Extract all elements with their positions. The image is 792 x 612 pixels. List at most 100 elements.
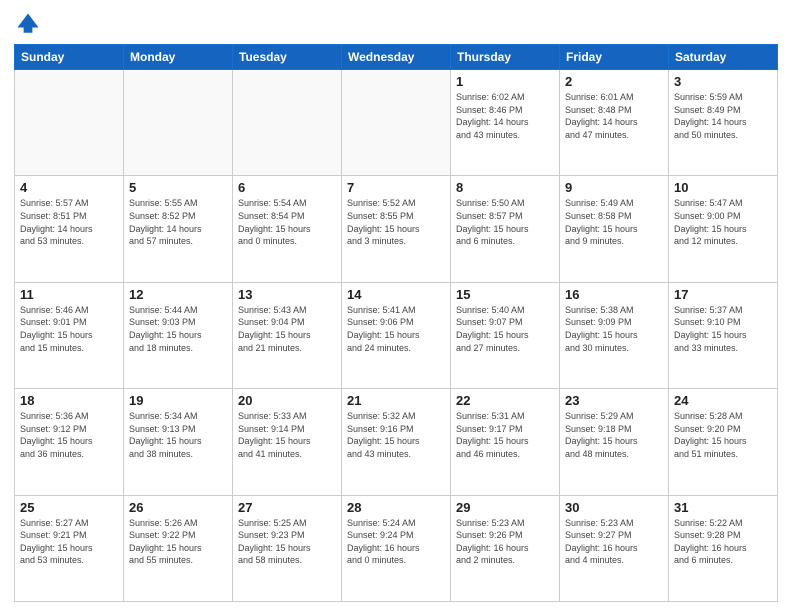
day-number: 11 — [20, 287, 118, 302]
day-number: 8 — [456, 180, 554, 195]
day-info: Sunrise: 5:55 AM Sunset: 8:52 PM Dayligh… — [129, 197, 227, 247]
day-number: 25 — [20, 500, 118, 515]
day-info: Sunrise: 5:23 AM Sunset: 9:27 PM Dayligh… — [565, 517, 663, 567]
calendar-cell: 26Sunrise: 5:26 AM Sunset: 9:22 PM Dayli… — [124, 495, 233, 601]
calendar-week-4: 18 Sunrise: 5:36 AM Sunset: 9:12 PM Dayli… — [15, 389, 778, 495]
day-number: 31 — [674, 500, 772, 515]
day-info: Sunrise: 5:27 AM Sunset: 9:21 PM Dayligh… — [20, 517, 118, 567]
calendar-week-5: 25 Sunrise: 5:27 AM Sunset: 9:21 PM Dayli… — [15, 495, 778, 601]
page: SundayMondayTuesdayWednesdayThursdayFrid… — [0, 0, 792, 612]
day-number: 24 — [674, 393, 772, 408]
logo — [14, 10, 46, 38]
day-info: Sunrise: 5:36 AM Sunset: 9:12 PM Dayligh… — [20, 410, 118, 460]
calendar-cell: 18 Sunrise: 5:36 AM Sunset: 9:12 PM Dayli… — [15, 389, 124, 495]
calendar-cell: 2 Sunrise: 6:01 AM Sunset: 8:48 PM Daylig… — [560, 70, 669, 176]
weekday-header-monday: Monday — [124, 45, 233, 70]
day-info: Sunrise: 5:49 AM Sunset: 8:58 PM Dayligh… — [565, 197, 663, 247]
day-number: 23 — [565, 393, 663, 408]
day-number: 18 — [20, 393, 118, 408]
day-info: Sunrise: 5:23 AM Sunset: 9:26 PM Dayligh… — [456, 517, 554, 567]
day-number: 17 — [674, 287, 772, 302]
day-number: 14 — [347, 287, 445, 302]
calendar-header-row: SundayMondayTuesdayWednesdayThursdayFrid… — [15, 45, 778, 70]
day-number: 3 — [674, 74, 772, 89]
day-number: 26 — [129, 500, 227, 515]
day-info: Sunrise: 5:59 AM Sunset: 8:49 PM Dayligh… — [674, 91, 772, 141]
calendar-cell: 31 Sunrise: 5:22 AM Sunset: 9:28 PM Dayli… — [669, 495, 778, 601]
calendar-cell: 16Sunrise: 5:38 AM Sunset: 9:09 PM Dayli… — [560, 282, 669, 388]
calendar-cell: 3 Sunrise: 5:59 AM Sunset: 8:49 PM Daylig… — [669, 70, 778, 176]
day-number: 21 — [347, 393, 445, 408]
day-info: Sunrise: 5:57 AM Sunset: 8:51 PM Dayligh… — [20, 197, 118, 247]
calendar-cell: 12 Sunrise: 5:44 AM Sunset: 9:03 PM Dayli… — [124, 282, 233, 388]
calendar-cell: 7Sunrise: 5:52 AM Sunset: 8:55 PM Daylig… — [342, 176, 451, 282]
day-number: 13 — [238, 287, 336, 302]
calendar-cell: 4 Sunrise: 5:57 AM Sunset: 8:51 PM Daylig… — [15, 176, 124, 282]
calendar-cell: 30 Sunrise: 5:23 AM Sunset: 9:27 PM Dayli… — [560, 495, 669, 601]
day-number: 22 — [456, 393, 554, 408]
day-info: Sunrise: 5:43 AM Sunset: 9:04 PM Dayligh… — [238, 304, 336, 354]
day-info: Sunrise: 5:47 AM Sunset: 9:00 PM Dayligh… — [674, 197, 772, 247]
day-info: Sunrise: 5:24 AM Sunset: 9:24 PM Dayligh… — [347, 517, 445, 567]
calendar-cell: 21 Sunrise: 5:32 AM Sunset: 9:16 PM Dayli… — [342, 389, 451, 495]
day-info: Sunrise: 5:38 AM Sunset: 9:09 PM Dayligh… — [565, 304, 663, 354]
day-info: Sunrise: 5:32 AM Sunset: 9:16 PM Dayligh… — [347, 410, 445, 460]
day-info: Sunrise: 5:37 AM Sunset: 9:10 PM Dayligh… — [674, 304, 772, 354]
weekday-header-tuesday: Tuesday — [233, 45, 342, 70]
calendar-cell — [233, 70, 342, 176]
calendar-cell: 28 Sunrise: 5:24 AM Sunset: 9:24 PM Dayli… — [342, 495, 451, 601]
calendar-cell — [124, 70, 233, 176]
day-number: 29 — [456, 500, 554, 515]
calendar-week-3: 11 Sunrise: 5:46 AM Sunset: 9:01 PM Dayli… — [15, 282, 778, 388]
weekday-header-saturday: Saturday — [669, 45, 778, 70]
calendar-cell: 23 Sunrise: 5:29 AM Sunset: 9:18 PM Dayli… — [560, 389, 669, 495]
calendar-cell — [342, 70, 451, 176]
weekday-header-wednesday: Wednesday — [342, 45, 451, 70]
calendar-cell: 25 Sunrise: 5:27 AM Sunset: 9:21 PM Dayli… — [15, 495, 124, 601]
day-number: 28 — [347, 500, 445, 515]
day-info: Sunrise: 5:41 AM Sunset: 9:06 PM Dayligh… — [347, 304, 445, 354]
calendar-cell: 20 Sunrise: 5:33 AM Sunset: 9:14 PM Dayli… — [233, 389, 342, 495]
day-info: Sunrise: 5:54 AM Sunset: 8:54 PM Dayligh… — [238, 197, 336, 247]
day-number: 4 — [20, 180, 118, 195]
day-number: 2 — [565, 74, 663, 89]
day-number: 15 — [456, 287, 554, 302]
day-info: Sunrise: 5:46 AM Sunset: 9:01 PM Dayligh… — [20, 304, 118, 354]
day-number: 20 — [238, 393, 336, 408]
day-info: Sunrise: 6:01 AM Sunset: 8:48 PM Dayligh… — [565, 91, 663, 141]
day-info: Sunrise: 5:25 AM Sunset: 9:23 PM Dayligh… — [238, 517, 336, 567]
calendar-cell — [15, 70, 124, 176]
calendar-cell: 1Sunrise: 6:02 AM Sunset: 8:46 PM Daylig… — [451, 70, 560, 176]
header — [14, 10, 778, 38]
day-number: 9 — [565, 180, 663, 195]
day-number: 7 — [347, 180, 445, 195]
day-number: 10 — [674, 180, 772, 195]
calendar-cell: 15 Sunrise: 5:40 AM Sunset: 9:07 PM Dayli… — [451, 282, 560, 388]
weekday-header-thursday: Thursday — [451, 45, 560, 70]
calendar-cell: 14 Sunrise: 5:41 AM Sunset: 9:06 PM Dayli… — [342, 282, 451, 388]
calendar-week-1: 1Sunrise: 6:02 AM Sunset: 8:46 PM Daylig… — [15, 70, 778, 176]
day-info: Sunrise: 5:22 AM Sunset: 9:28 PM Dayligh… — [674, 517, 772, 567]
day-number: 5 — [129, 180, 227, 195]
day-info: Sunrise: 5:44 AM Sunset: 9:03 PM Dayligh… — [129, 304, 227, 354]
calendar-cell: 11 Sunrise: 5:46 AM Sunset: 9:01 PM Dayli… — [15, 282, 124, 388]
day-info: Sunrise: 5:33 AM Sunset: 9:14 PM Dayligh… — [238, 410, 336, 460]
day-info: Sunrise: 5:40 AM Sunset: 9:07 PM Dayligh… — [456, 304, 554, 354]
day-info: Sunrise: 5:34 AM Sunset: 9:13 PM Dayligh… — [129, 410, 227, 460]
weekday-header-friday: Friday — [560, 45, 669, 70]
calendar-cell: 6 Sunrise: 5:54 AM Sunset: 8:54 PM Daylig… — [233, 176, 342, 282]
day-number: 30 — [565, 500, 663, 515]
day-info: Sunrise: 5:29 AM Sunset: 9:18 PM Dayligh… — [565, 410, 663, 460]
calendar-cell: 10 Sunrise: 5:47 AM Sunset: 9:00 PM Dayli… — [669, 176, 778, 282]
calendar-cell: 27Sunrise: 5:25 AM Sunset: 9:23 PM Dayli… — [233, 495, 342, 601]
calendar-cell: 19 Sunrise: 5:34 AM Sunset: 9:13 PM Dayli… — [124, 389, 233, 495]
day-info: Sunrise: 6:02 AM Sunset: 8:46 PM Dayligh… — [456, 91, 554, 141]
calendar-cell: 17 Sunrise: 5:37 AM Sunset: 9:10 PM Dayli… — [669, 282, 778, 388]
day-number: 12 — [129, 287, 227, 302]
calendar-cell: 5 Sunrise: 5:55 AM Sunset: 8:52 PM Daylig… — [124, 176, 233, 282]
logo-icon — [14, 10, 42, 38]
calendar-cell: 29 Sunrise: 5:23 AM Sunset: 9:26 PM Dayli… — [451, 495, 560, 601]
calendar-table: SundayMondayTuesdayWednesdayThursdayFrid… — [14, 44, 778, 602]
day-number: 19 — [129, 393, 227, 408]
day-number: 6 — [238, 180, 336, 195]
